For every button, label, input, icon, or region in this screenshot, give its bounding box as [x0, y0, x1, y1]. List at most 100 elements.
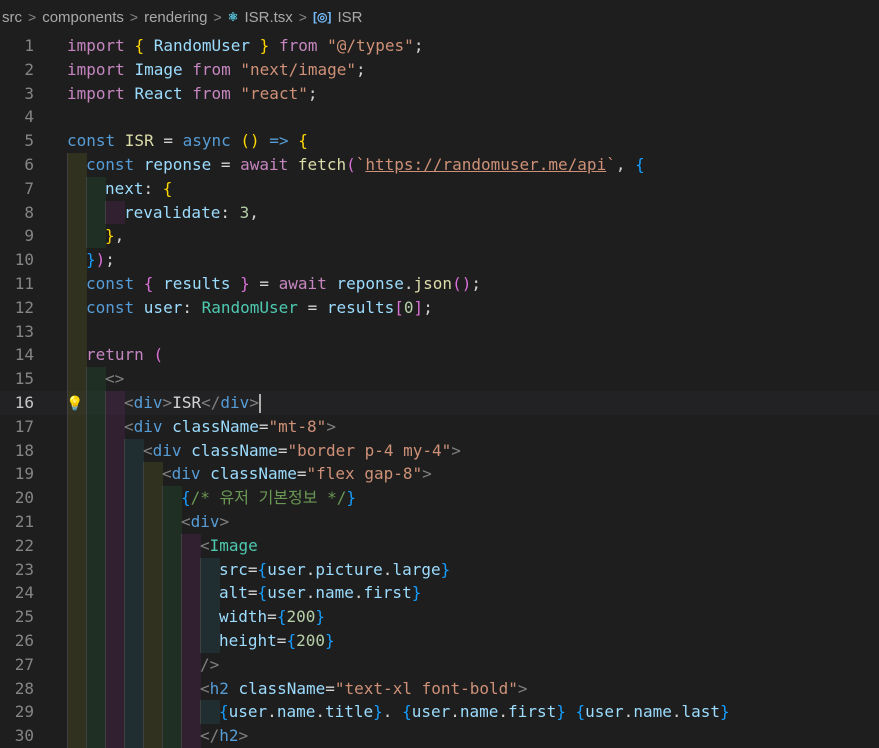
code-token: 3 — [239, 202, 250, 222]
indent-guide — [162, 509, 182, 534]
code-line[interactable]: 10}); — [0, 248, 879, 272]
indent-guide — [200, 557, 220, 582]
code-line[interactable]: 26 height={200} — [0, 628, 879, 653]
code-token: json — [413, 273, 453, 293]
code-token: ` — [606, 154, 616, 174]
code-line[interactable]: 28 <h2 className="text-xl font-bold"> — [0, 676, 879, 701]
indent-guide — [86, 200, 106, 225]
indent-guide — [105, 509, 125, 534]
indent-guide — [143, 700, 163, 725]
code-line[interactable]: 2 import Image from "next/image"; — [0, 58, 879, 82]
breadcrumb-item-symbol[interactable]: ISR — [337, 9, 362, 26]
breadcrumb-item-rendering[interactable]: rendering — [144, 9, 207, 26]
line-number: 27 — [14, 654, 34, 674]
code-line[interactable]: 6 const reponse = await fetch(`https://ra… — [0, 152, 879, 177]
code-line[interactable]: 25 width={200} — [0, 605, 879, 629]
code-token: "mt-8" — [268, 416, 327, 436]
code-token: { — [635, 154, 645, 174]
code-line[interactable]: 18 <div className="border p-4 my-4"> — [0, 438, 879, 463]
code-line[interactable]: 12 const user: RandomUser = results[0]; — [0, 295, 879, 320]
code-token: = — [276, 630, 287, 650]
code-line[interactable]: 13 — [0, 319, 879, 344]
code-text: <div> — [181, 510, 229, 534]
code-token: = — [247, 583, 258, 603]
code-token: picture — [315, 559, 383, 579]
code-text: <div className="flex gap-8"> — [162, 462, 432, 486]
code-line[interactable]: 15 <> — [0, 367, 879, 391]
indent-guide — [162, 557, 182, 582]
indent-guide — [86, 700, 106, 725]
code-line[interactable]: 16 💡 <div>ISR</div> — [0, 390, 879, 417]
line-number: 1 — [24, 36, 34, 55]
indent-guide — [86, 652, 106, 677]
code-line[interactable]: 22 <Image — [0, 533, 879, 558]
code-line[interactable]: 24 alt={user.name.first} — [0, 581, 879, 606]
breadcrumb-item-components[interactable]: components — [42, 9, 124, 26]
code-token: ` — [355, 154, 366, 174]
indent-guide — [181, 581, 201, 606]
code-token: . — [450, 702, 460, 722]
code-token: { — [134, 36, 154, 55]
react-file-icon: ⚛ — [227, 10, 239, 24]
indent-guide — [105, 700, 125, 725]
breadcrumb-item-file[interactable]: ISR.tsx — [244, 9, 292, 26]
code-token: < — [162, 464, 172, 484]
indent-guide — [67, 557, 87, 582]
code-text: }); — [86, 248, 115, 272]
code-line[interactable]: 29 {user.name.title}. {user.name.first} {… — [0, 700, 879, 725]
code-token: < — [124, 416, 134, 436]
code-token: ( — [153, 345, 164, 365]
indent-guide — [67, 367, 87, 391]
indent-guide — [124, 676, 144, 701]
indent-guide — [86, 676, 106, 701]
code-line[interactable]: 20 {/* 유저 기본정보 */} — [0, 486, 879, 510]
code-text: /> — [200, 653, 219, 677]
code-token: last — [681, 702, 721, 722]
line-number: 17 — [14, 416, 34, 436]
code-line[interactable]: 23 src={user.picture.large} — [0, 557, 879, 582]
indent-guide — [162, 724, 182, 748]
code-token: = — [277, 440, 288, 460]
code-line[interactable]: 3 import React from "react"; — [0, 82, 879, 106]
text-cursor — [258, 393, 261, 413]
lightbulb-icon[interactable]: 💡 — [66, 393, 83, 417]
code-token: ; — [356, 59, 366, 79]
code-line[interactable]: 8 revalidate: 3, — [0, 200, 879, 225]
code-line[interactable]: 21 <div> — [0, 509, 879, 534]
code-token: . — [382, 702, 403, 722]
indent-guide — [200, 628, 220, 653]
code-line[interactable]: 17 <div className="mt-8"> — [0, 414, 879, 439]
indent-guide — [105, 462, 125, 487]
indent-guide — [143, 462, 163, 487]
code-token: } — [373, 702, 383, 722]
code-text: <h2 className="text-xl font-bold"> — [200, 677, 528, 701]
indent-guide — [162, 581, 182, 606]
code-line[interactable]: 9}, — [0, 224, 879, 249]
code-token: { — [219, 702, 229, 722]
code-token: ; — [307, 83, 318, 103]
code-line[interactable]: 5 const ISR = async () => { — [0, 129, 879, 153]
code-line[interactable]: 4 — [0, 105, 879, 129]
code-line[interactable]: 11 const { results } = await reponse.json… — [0, 271, 879, 296]
code-token: > — [326, 416, 336, 436]
code-token: Image — [134, 59, 193, 79]
indent-guide — [105, 438, 125, 463]
code-text: <div className="border p-4 my-4"> — [143, 439, 461, 463]
code-token: . — [267, 702, 277, 722]
breadcrumb-item-src[interactable]: src — [2, 9, 22, 26]
code-token: } — [556, 702, 566, 722]
code-line[interactable]: 14 return ( — [0, 343, 879, 368]
indent-guide — [67, 628, 87, 653]
code-line[interactable]: 7 next: { — [0, 176, 879, 201]
line-number: 18 — [14, 440, 34, 460]
code-line[interactable]: 27 /> — [0, 652, 879, 677]
code-token: div — [190, 511, 220, 531]
code-line[interactable]: 30 </h2> — [0, 724, 879, 748]
indent-guide — [105, 628, 125, 653]
indent-guide — [143, 628, 163, 653]
code-editor[interactable]: 1 import { RandomUser } from "@/types"; 2 i… — [0, 34, 879, 748]
code-line[interactable]: 19 <div className="flex gap-8"> — [0, 462, 879, 487]
code-line[interactable]: 1 import { RandomUser } from "@/types"; — [0, 34, 879, 58]
indent-guide — [86, 438, 106, 463]
code-token: ; — [471, 273, 481, 293]
